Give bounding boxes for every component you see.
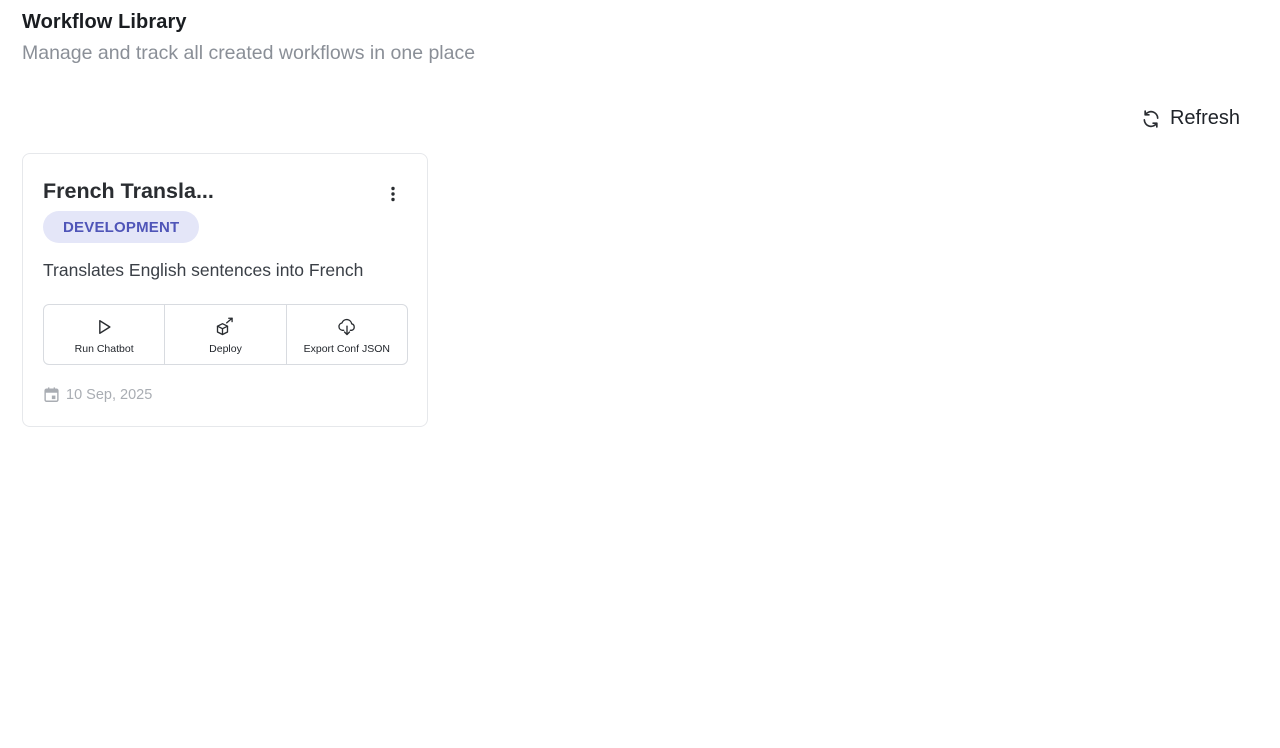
deploy-box-icon [215, 317, 235, 337]
page-title: Workflow Library [22, 11, 187, 33]
workflow-library-page: Workflow Library Manage and track all cr… [0, 0, 1280, 748]
export-conf-json-label: Export Conf JSON [303, 342, 390, 355]
play-icon [94, 317, 114, 337]
calendar-icon [43, 386, 60, 403]
workflow-date-text: 10 Sep, 2025 [66, 386, 153, 403]
workflow-actions: Run Chatbot Deploy Export Conf JSON [43, 304, 408, 365]
run-chatbot-label: Run Chatbot [74, 342, 134, 355]
workflow-date: 10 Sep, 2025 [43, 386, 152, 403]
more-options-button[interactable] [383, 184, 403, 208]
deploy-label: Deploy [209, 342, 242, 355]
kebab-menu-icon [390, 186, 396, 207]
run-chatbot-button[interactable]: Run Chatbot [44, 305, 166, 364]
export-conf-json-button[interactable]: Export Conf JSON [287, 305, 407, 364]
refresh-button[interactable]: Refresh [1139, 105, 1242, 132]
workflow-description: Translates English sentences into French [43, 260, 364, 280]
refresh-icon [1141, 109, 1161, 129]
workflow-card[interactable]: French Transla... DEVELOPMENT Translates… [22, 153, 428, 427]
workflow-title: French Transla... [43, 179, 214, 203]
refresh-label: Refresh [1169, 107, 1240, 129]
status-badge: DEVELOPMENT [43, 211, 200, 243]
page-subtitle: Manage and track all created workflows i… [22, 42, 476, 64]
deploy-button[interactable]: Deploy [165, 305, 287, 364]
cloud-download-icon [337, 317, 357, 337]
